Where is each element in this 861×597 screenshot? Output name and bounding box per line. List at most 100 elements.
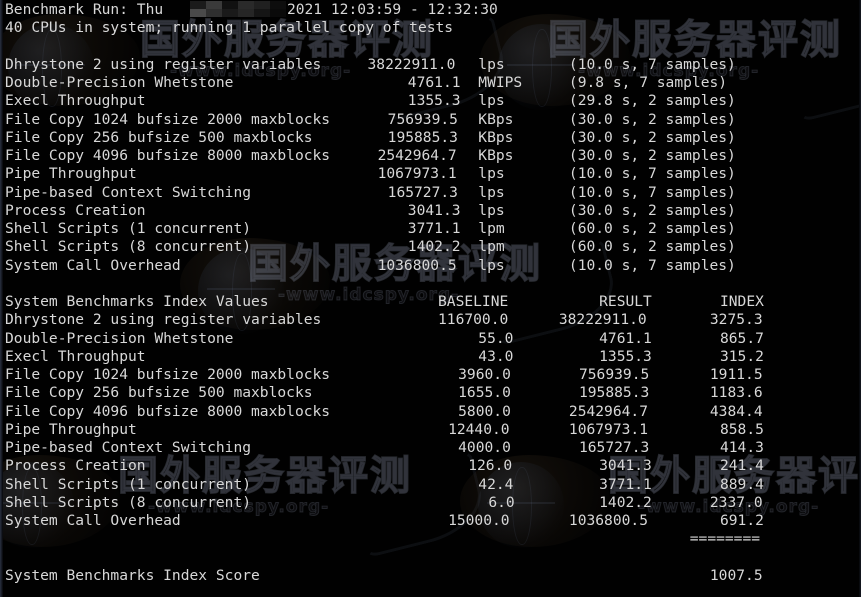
result-value: 756939.5	[387, 110, 458, 128]
mosaic-tile	[238, 1, 254, 9]
index-separator: ========	[689, 530, 761, 548]
result-value: 3771.1	[407, 220, 461, 237]
header-line-cpus: 40 CPUs in system; running 1 parallel co…	[5, 19, 861, 37]
result-row: Shell Scripts (1 concurrent) 3771.1 lpm (60…	[5, 220, 861, 238]
index-value: 241.4	[719, 457, 764, 475]
result-value: 1067973.1	[377, 165, 457, 183]
mosaic-tile	[238, 9, 254, 17]
result-name: File Copy 1024 bufsize 2000 maxblocks	[5, 110, 331, 128]
result-row: Dhrystone 2 using register variables 3822…	[5, 56, 861, 74]
index-result: 195885.3	[578, 384, 650, 402]
index-name: Pipe Throughput	[5, 420, 137, 438]
index-name: Double-Precision Whetstone	[5, 329, 234, 347]
index-row: System Call Overhead 15000.0 1036800.5 691.…	[5, 512, 861, 530]
index-result: 1067973.1	[568, 420, 648, 438]
index-row: File Copy 256 bufsize 500 maxblocks 1655.…	[5, 384, 861, 402]
index-baseline: 12440.0	[448, 420, 510, 438]
index-baseline: 116700.0	[438, 311, 509, 329]
index-result: 165727.3	[578, 439, 650, 456]
result-unit: KBps	[478, 128, 514, 146]
result-name: Dhrystone 2 using register variables	[5, 55, 322, 73]
index-baseline: 5800.0	[458, 402, 511, 420]
result-name: Pipe-based Context Switching	[5, 183, 252, 201]
index-name: Dhrystone 2 using register variables	[5, 311, 322, 329]
index-row: Double-Precision Whetstone 55.0 4761.1 865.…	[5, 330, 861, 348]
mosaic-tile	[190, 9, 206, 17]
index-value: 3275.3	[709, 311, 763, 329]
result-unit: MWIPS	[478, 74, 523, 91]
cpu-count-label: 40 CPUs in system; running 1 parallel co…	[5, 19, 454, 37]
index-baseline: 42.4	[478, 475, 514, 493]
index-value: 858.5	[719, 420, 764, 438]
result-value: 3041.3	[407, 201, 461, 219]
index-baseline: 126.0	[468, 457, 513, 475]
index-baseline: 15000.0	[448, 512, 510, 529]
index-name: File Copy 1024 bufsize 2000 maxblocks	[5, 366, 331, 383]
index-name: Shell Scripts (8 concurrent)	[5, 493, 252, 511]
result-row: Shell Scripts (8 concurrent) 1402.2 lpm (60…	[5, 238, 861, 256]
index-value: 691.2	[719, 512, 764, 529]
result-unit: lps	[478, 183, 505, 201]
result-value: 38222911.0	[367, 55, 456, 73]
result-detail: (10.0 s, 7 samples)	[568, 183, 736, 201]
index-value: 315.2	[719, 347, 764, 365]
index-section-title: System Benchmarks Index Values	[5, 293, 269, 310]
index-value: 1911.5	[709, 366, 763, 383]
index-result: 2542964.7	[568, 402, 648, 420]
result-row: File Copy 1024 bufsize 2000 maxblocks 756…	[5, 111, 861, 129]
terminal-window: 国外服务器评测 -www.idcspy.org- 国外服务器评测 -www.id…	[0, 0, 861, 597]
result-detail: (60.0 s, 2 samples)	[568, 220, 736, 237]
result-detail: (10.0 s, 7 samples)	[568, 256, 736, 274]
index-name: Shell Scripts (1 concurrent)	[5, 475, 252, 493]
index-value: 414.3	[719, 439, 764, 456]
result-row: File Copy 4096 bufsize 8000 maxblocks 254…	[5, 147, 861, 165]
index-value: 865.7	[719, 329, 764, 347]
column-header-index: INDEX	[719, 293, 764, 310]
index-name: System Call Overhead	[5, 512, 181, 529]
index-score-label: System Benchmarks Index Score	[5, 566, 260, 584]
result-detail: (30.0 s, 2 samples)	[568, 201, 736, 219]
index-result: 1355.3	[599, 347, 652, 365]
result-name: File Copy 4096 bufsize 8000 maxblocks	[5, 147, 331, 164]
mosaic-tile	[254, 1, 270, 9]
index-row: Process Creation 126.0 3041.3 241.4	[5, 457, 861, 475]
index-row: File Copy 1024 bufsize 2000 maxblocks 396…	[5, 366, 861, 384]
index-result: 1402.2	[599, 493, 652, 511]
result-detail: (9.8 s, 7 samples)	[568, 74, 728, 91]
result-value: 4761.1	[407, 74, 461, 91]
index-baseline: 3960.0	[458, 366, 511, 383]
mosaic-tile	[190, 1, 206, 9]
result-row: Execl Throughput 1355.3 lps (29.8 s, 2 samp…	[5, 92, 861, 110]
result-detail: (10.0 s, 7 samples)	[568, 165, 736, 183]
result-row: Pipe Throughput 1067973.1 lps (10.0 s, 7 sa…	[5, 165, 861, 183]
result-unit: lps	[478, 256, 505, 274]
index-value: 2337.0	[709, 493, 763, 511]
index-row: Dhrystone 2 using register variables 1167…	[5, 311, 861, 329]
mosaic-tile	[222, 1, 238, 9]
result-name: System Call Overhead	[5, 256, 181, 274]
result-name: Execl Throughput	[5, 92, 146, 110]
result-unit: KBps	[478, 110, 514, 128]
result-detail: (30.0 s, 2 samples)	[568, 147, 736, 164]
window-left-edge	[0, 0, 3, 597]
terminal-output: Benchmark Run: Thu 2021 12:03:59 - 12:32:…	[5, 1, 861, 585]
result-unit: lps	[478, 165, 505, 183]
index-value: 1183.6	[709, 384, 763, 402]
mosaic-tile	[270, 1, 286, 9]
result-detail: (10.0 s, 7 samples)	[568, 55, 736, 73]
index-result: 3771.1	[599, 475, 652, 493]
index-row: File Copy 4096 bufsize 8000 maxblocks 580…	[5, 403, 861, 421]
column-header-baseline: BASELINE	[438, 293, 509, 310]
index-row: Pipe Throughput 12440.0 1067973.1 858.5	[5, 421, 861, 439]
result-unit: KBps	[478, 147, 514, 164]
index-baseline: 4000.0	[458, 439, 511, 456]
mosaic-tile	[254, 9, 270, 17]
index-row: Shell Scripts (8 concurrent) 6.0 1402.2 233…	[5, 494, 861, 512]
column-header-result: RESULT	[599, 293, 652, 310]
index-name: File Copy 256 bufsize 500 maxblocks	[5, 384, 313, 402]
index-row: Execl Throughput 43.0 1355.3 315.2	[5, 348, 861, 366]
index-baseline: 43.0	[478, 347, 514, 365]
result-value: 1355.3	[407, 92, 461, 110]
